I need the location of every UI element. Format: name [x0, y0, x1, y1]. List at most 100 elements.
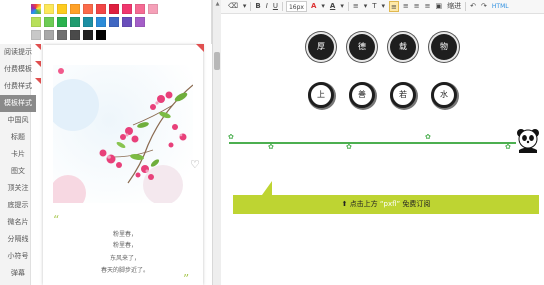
sidebar-item[interactable]: 模板样式	[0, 95, 36, 112]
underline-button[interactable]: U	[272, 1, 279, 12]
list-icon[interactable]: ≡	[352, 1, 360, 12]
eraser-icon[interactable]: ⌫	[227, 1, 239, 12]
color-swatch[interactable]	[96, 30, 106, 40]
color-swatch[interactable]	[57, 4, 67, 14]
sidebar-item[interactable]: 付费样式	[0, 78, 41, 95]
color-palette	[0, 0, 212, 44]
color-swatch[interactable]	[135, 4, 145, 14]
image-icon[interactable]: ▣	[435, 1, 444, 12]
italic-button[interactable]: I	[265, 1, 269, 12]
indent-button[interactable]: 缩进	[446, 1, 462, 12]
heart-icon[interactable]: ♡	[190, 158, 200, 171]
sidebar-item[interactable]: 弹幕	[0, 265, 36, 282]
seal-character: 厚	[308, 34, 334, 60]
sidebar-item-label: 底提示	[7, 201, 29, 209]
sidebar-item[interactable]: 中国风	[0, 112, 36, 129]
up-arrow-icon: ⬆	[341, 200, 348, 208]
sidebar-item-label: 中国风	[7, 116, 29, 124]
sidebar-item-label: 付费样式	[4, 82, 32, 90]
color-swatch[interactable]	[70, 17, 80, 27]
color-swatch[interactable]	[31, 17, 41, 27]
sidebar-item[interactable]: 卡片	[0, 146, 36, 163]
bold-button[interactable]: B	[254, 1, 261, 12]
dropdown-arrow-icon[interactable]: ▾	[339, 1, 345, 12]
sidebar-item-label: 分隔线	[7, 235, 29, 243]
color-swatch[interactable]	[44, 30, 54, 40]
font-color-button[interactable]: A	[310, 1, 317, 12]
sidebar-item[interactable]: 顶关注	[0, 180, 36, 197]
notice-suffix: 免费订阅	[402, 200, 431, 208]
color-swatch[interactable]	[70, 30, 80, 40]
scroll-up-arrow-icon[interactable]: ▲	[214, 1, 221, 8]
sidebar-item[interactable]: 小符号	[0, 248, 36, 265]
poem-line: 春天的脚步近了。	[100, 267, 149, 274]
poem-line: 粉里春，	[112, 242, 137, 249]
quote-close-mark: ”	[183, 272, 190, 285]
color-swatch[interactable]	[135, 17, 145, 27]
seal-character: 善	[349, 82, 375, 108]
seal-character: 水	[431, 82, 457, 108]
sidebar-item-label: 图文	[11, 167, 25, 175]
scroll-thumb[interactable]	[214, 52, 220, 70]
subscribe-notice[interactable]: ⬆ 点击上方 “pxfl” 免费订阅	[233, 195, 539, 214]
sidebar-item[interactable]: 阅读提示	[0, 44, 41, 61]
sidebar-item[interactable]: 分隔线	[0, 231, 36, 248]
sidebar-item[interactable]: 标题	[0, 129, 36, 146]
quote-open-mark: “	[53, 213, 60, 227]
color-swatch[interactable]	[83, 30, 93, 40]
color-swatch[interactable]	[70, 4, 80, 14]
color-swatch[interactable]	[96, 4, 106, 14]
sidebar-item-label: 模板样式	[4, 99, 32, 107]
sidebar-item[interactable]: 图文	[0, 163, 36, 180]
color-swatch[interactable]	[122, 4, 132, 14]
line-height-button[interactable]: T	[371, 1, 377, 12]
color-swatch[interactable]	[109, 4, 119, 14]
dropdown-arrow-icon[interactable]: ▾	[320, 1, 326, 12]
sidebar-item-label: 阅读提示	[4, 48, 32, 56]
editor-toolbar: ⌫ ▾ B I U 16px A ▾ A ▾ ≡ ▾ T ▾ ≡ ≡ ≡ ≡ ▣…	[221, 0, 544, 14]
palette-row-1	[44, 4, 158, 14]
sidebar-item-label: 顶关注	[7, 184, 29, 192]
sprout-icon: ✿	[425, 133, 431, 141]
color-swatch[interactable]	[44, 4, 54, 14]
color-swatch[interactable]	[109, 17, 119, 27]
sidebar-item-label: 微名片	[7, 218, 29, 226]
align-center-icon[interactable]: ≡	[402, 1, 410, 12]
align-right-icon[interactable]: ≡	[413, 1, 421, 12]
redo-icon[interactable]: ↷	[480, 1, 488, 12]
toolbar-separator	[465, 2, 467, 11]
sidebar-item[interactable]: 付费模板	[0, 61, 41, 78]
align-justify-icon[interactable]: ≡	[424, 1, 432, 12]
color-swatch[interactable]	[122, 17, 132, 27]
color-swatch[interactable]	[57, 30, 67, 40]
sidebar-corner-flag	[35, 44, 41, 50]
flower-photo	[53, 65, 193, 203]
color-swatch[interactable]	[83, 17, 93, 27]
background-color-button[interactable]: A	[329, 1, 336, 12]
panda-icon	[515, 127, 541, 153]
color-swatch[interactable]	[31, 30, 41, 40]
dropdown-arrow-icon[interactable]: ▾	[363, 1, 369, 12]
toolbar-separator	[347, 2, 349, 11]
sidebar-item[interactable]: 微名片	[0, 214, 36, 231]
sidebar-item[interactable]: 底提示	[0, 197, 36, 214]
color-swatch[interactable]	[96, 17, 106, 27]
align-left-icon[interactable]: ≡	[389, 1, 399, 12]
dropdown-arrow-icon[interactable]: ▾	[242, 1, 248, 12]
rainbow-color-picker-icon[interactable]	[31, 4, 41, 14]
vertical-scrollbar[interactable]: ▲	[212, 0, 221, 285]
sprout-icon: ✿	[505, 143, 511, 151]
color-swatch[interactable]	[83, 4, 93, 14]
sidebar-item-label: 付费模板	[4, 65, 32, 73]
html-source-button[interactable]: HTML	[491, 1, 510, 12]
sprout-icon: ✿	[268, 143, 274, 151]
sidebar-corner-flag	[35, 78, 41, 84]
seal-character: 物	[431, 34, 457, 60]
color-swatch[interactable]	[148, 4, 158, 14]
color-swatch[interactable]	[57, 17, 67, 27]
color-swatch[interactable]	[44, 17, 54, 27]
poem-line: 粉里春，	[112, 231, 137, 238]
font-size-select[interactable]: 16px	[285, 1, 307, 12]
dropdown-arrow-icon[interactable]: ▾	[381, 1, 387, 12]
undo-icon[interactable]: ↶	[469, 1, 477, 12]
